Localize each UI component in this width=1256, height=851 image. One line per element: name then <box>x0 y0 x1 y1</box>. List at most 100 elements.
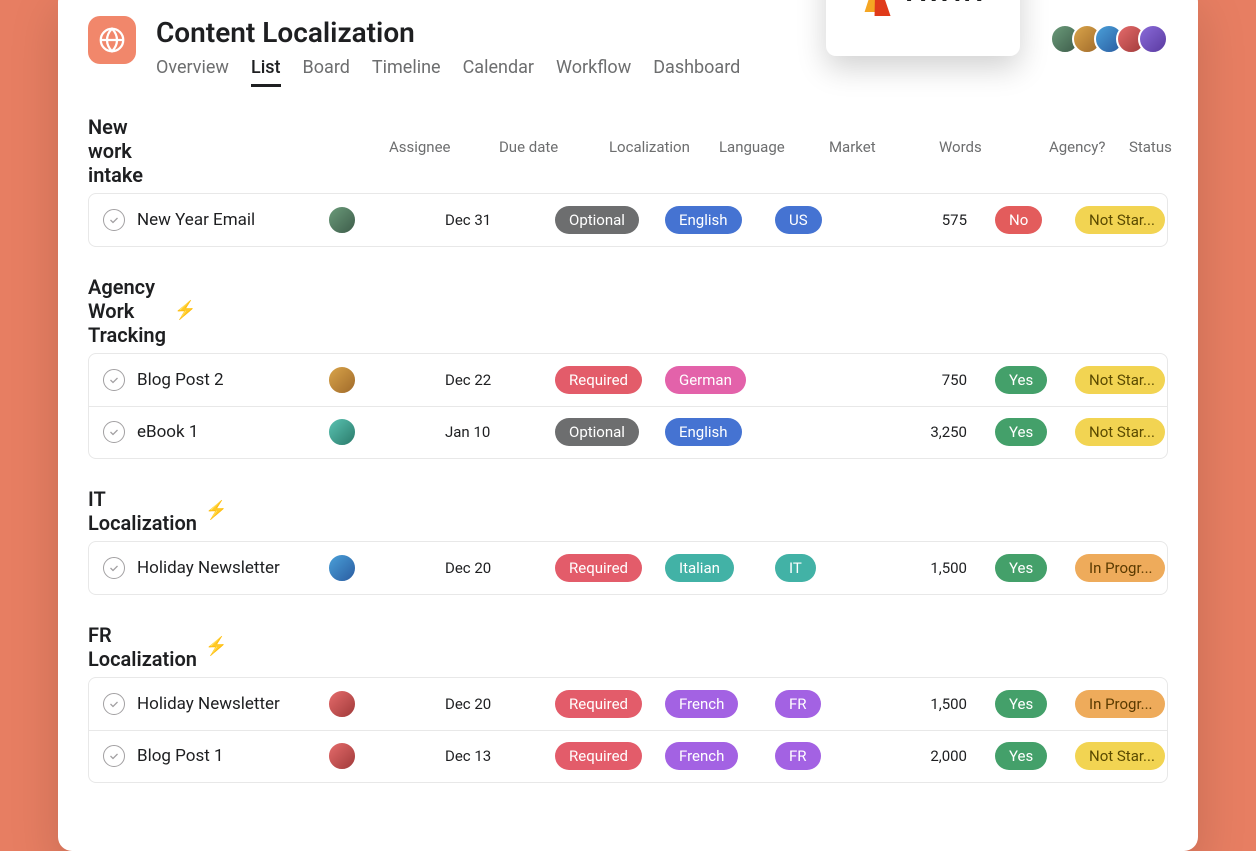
column-header[interactable]: Status <box>1119 138 1229 156</box>
language-cell[interactable]: French <box>655 742 765 770</box>
agency-cell[interactable]: Yes <box>985 366 1065 394</box>
localization-cell[interactable]: Required <box>545 554 655 582</box>
column-header[interactable]: Localization <box>599 138 709 156</box>
status-cell[interactable]: Not Star... <box>1065 206 1168 234</box>
task-name[interactable]: eBook 1 <box>137 422 198 442</box>
lightning-icon: ⚡ <box>174 300 196 321</box>
status-cell[interactable]: Not Star... <box>1065 366 1168 394</box>
agency-cell[interactable]: Yes <box>985 742 1065 770</box>
task-row[interactable]: Holiday Newsletter Dec 20RequiredItalian I… <box>89 542 1167 594</box>
section-title[interactable]: Agency Work Tracking⚡ <box>88 275 196 347</box>
task-row[interactable]: Blog Post 1 Dec 13 Required FrenchFR2,000 Ye… <box>89 730 1167 782</box>
words-cell[interactable]: 575 <box>875 211 985 229</box>
localization-cell[interactable]: Optional <box>545 418 655 446</box>
complete-check-icon[interactable] <box>103 209 125 231</box>
language-cell[interactable]: Italian <box>655 554 765 582</box>
column-header[interactable]: Language <box>709 138 819 156</box>
complete-check-icon[interactable] <box>103 557 125 579</box>
task-name[interactable]: New Year Email <box>137 210 255 230</box>
language-cell[interactable]: English <box>655 418 765 446</box>
localization-cell[interactable]: Required <box>545 366 655 394</box>
column-header[interactable]: Assignee <box>379 138 489 156</box>
task-row[interactable]: Holiday Newsletter Dec 20 Required French FR… <box>89 678 1167 730</box>
localization-pill: Required <box>555 690 642 718</box>
agency-cell[interactable]: Yes <box>985 554 1065 582</box>
due-date-cell[interactable]: Dec 22 <box>435 371 545 389</box>
localization-cell[interactable]: Required <box>545 742 655 770</box>
task-row[interactable]: eBook 1 Jan 10Optional English 3,250Yes Not … <box>89 406 1167 458</box>
section-title[interactable]: New work intake <box>88 115 143 187</box>
market-pill: IT <box>775 554 816 582</box>
task-name[interactable]: Holiday Newsletter <box>137 694 280 714</box>
words-cell[interactable]: 750 <box>875 371 985 389</box>
assignee-avatar[interactable] <box>327 365 357 395</box>
tab-dashboard[interactable]: Dashboard <box>653 57 740 87</box>
lightning-icon: ⚡ <box>205 500 227 521</box>
task-name[interactable]: Blog Post 2 <box>137 370 224 390</box>
status-cell[interactable]: In Progr... <box>1065 554 1168 582</box>
tab-overview[interactable]: Overview <box>156 57 229 87</box>
task-row[interactable]: Blog Post 2 Dec 22 Required German 750Yes Not… <box>89 354 1167 406</box>
status-pill: Not Star... <box>1075 418 1165 446</box>
tab-list[interactable]: List <box>251 57 281 87</box>
due-date-cell[interactable]: Dec 20 <box>435 559 545 577</box>
collaborator-avatar[interactable] <box>1138 24 1168 54</box>
agency-cell[interactable]: Yes <box>985 418 1065 446</box>
column-header[interactable]: Due date <box>489 138 599 156</box>
market-cell[interactable]: FR <box>765 742 875 770</box>
complete-check-icon[interactable] <box>103 421 125 443</box>
complete-check-icon[interactable] <box>103 369 125 391</box>
language-pill: English <box>665 418 742 446</box>
column-header[interactable]: Words <box>929 138 1039 156</box>
due-date-cell[interactable]: Dec 13 <box>435 747 545 765</box>
status-cell[interactable]: Not Star... <box>1065 742 1168 770</box>
status-cell[interactable]: In Progr... <box>1065 690 1168 718</box>
task-name[interactable]: Holiday Newsletter <box>137 558 280 578</box>
column-header[interactable]: Market <box>819 138 929 156</box>
assignee-avatar[interactable] <box>327 741 357 771</box>
assignee-avatar[interactable] <box>327 689 357 719</box>
words-cell[interactable]: 1,500 <box>875 559 985 577</box>
words-cell[interactable]: 1,500 <box>875 695 985 713</box>
section: New work intake AssigneeDue dateLocalizat… <box>88 115 1168 247</box>
status-cell[interactable]: Not Star... <box>1065 418 1168 446</box>
assignee-avatar[interactable] <box>327 553 357 583</box>
language-cell[interactable]: French <box>655 690 765 718</box>
localization-cell[interactable]: Optional <box>545 206 655 234</box>
agency-cell[interactable]: Yes <box>985 690 1065 718</box>
language-cell[interactable]: German <box>655 366 765 394</box>
due-date-cell[interactable]: Dec 20 <box>435 695 545 713</box>
section-title[interactable]: FR Localization⚡ <box>88 623 227 671</box>
words-cell[interactable]: 2,000 <box>875 747 985 765</box>
market-cell[interactable]: US <box>765 206 875 234</box>
localization-pill: Required <box>555 366 642 394</box>
localization-pill: Required <box>555 742 642 770</box>
assignee-avatar[interactable] <box>327 205 357 235</box>
status-pill: Not Star... <box>1075 366 1165 394</box>
localization-cell[interactable]: Required <box>545 690 655 718</box>
due-date-cell[interactable]: Jan 10 <box>435 423 545 441</box>
project-globe-icon <box>88 16 136 64</box>
complete-check-icon[interactable] <box>103 745 125 767</box>
tab-timeline[interactable]: Timeline <box>372 57 441 87</box>
language-pill: German <box>665 366 746 394</box>
tab-calendar[interactable]: Calendar <box>463 57 534 87</box>
assignee-avatar[interactable] <box>327 417 357 447</box>
tab-workflow[interactable]: Workflow <box>556 57 631 87</box>
task-row[interactable]: New Year Email Dec 31OptionalEnglishUS575… <box>89 194 1167 246</box>
agency-cell[interactable]: No <box>985 206 1065 234</box>
words-cell[interactable]: 3,250 <box>875 423 985 441</box>
due-date-cell[interactable]: Dec 31 <box>435 211 545 229</box>
column-header[interactable]: Agency? <box>1039 138 1119 156</box>
task-name[interactable]: Blog Post 1 <box>137 746 224 766</box>
agency-pill: Yes <box>995 742 1047 770</box>
market-cell[interactable]: IT <box>765 554 875 582</box>
complete-check-icon[interactable] <box>103 693 125 715</box>
tab-board[interactable]: Board <box>303 57 350 87</box>
section-title[interactable]: IT Localization⚡ <box>88 487 227 535</box>
language-cell[interactable]: English <box>655 206 765 234</box>
collaborator-avatars[interactable] <box>1058 16 1168 54</box>
language-pill: French <box>665 690 738 718</box>
column-headers: AssigneeDue dateLocalizationLanguageMark… <box>143 138 1229 164</box>
market-cell[interactable]: FR <box>765 690 875 718</box>
